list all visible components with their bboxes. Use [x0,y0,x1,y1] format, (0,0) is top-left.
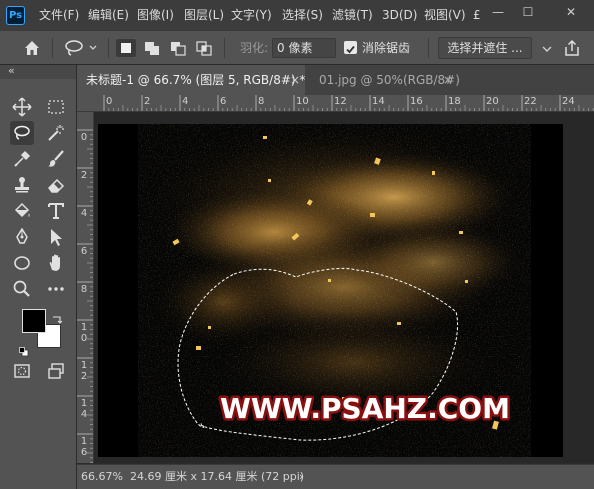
status-bar: 66.67% 24.69 厘米 x 17.64 厘米 (72 ppi) › [77,464,594,489]
document-info: 24.69 厘米 x 17.64 厘米 (72 ppi) [130,470,305,483]
zoom-icon[interactable] [10,277,34,301]
lasso-preset-picker[interactable] [62,39,102,57]
ruler-h-label: 10 [296,96,309,107]
ruler-h-label: 0 [106,96,113,107]
new-selection-button[interactable] [116,39,136,57]
ruler-v-label: 6 [80,246,88,257]
menu-edit[interactable]: 编辑(E) [88,0,129,31]
document-tabs: 未标题-1 @ 66.7% (图层 5, RGB/8#) * × 01.jpg … [77,65,594,95]
magic-wand-icon[interactable] [44,121,68,145]
ruler-v-label: 4 [80,409,88,420]
ruler-v-label: 8 [80,284,88,295]
collapse-toolbar-icon[interactable]: « [8,64,15,77]
lasso-icon[interactable] [10,121,34,145]
document-canvas[interactable]: WWW.PSAHZ.COM WWW.PSAHZ.COM [94,112,594,463]
add-to-selection-button[interactable] [142,39,162,57]
menu-view[interactable]: 视图(V) [424,0,466,31]
ruler-v-label: 6 [80,447,88,458]
clone-stamp-icon[interactable] [10,173,34,197]
photoshop-logo-icon[interactable]: Ps [6,6,25,25]
home-icon[interactable] [22,39,42,57]
ruler-v-label: 4 [80,208,88,219]
menu-file[interactable]: 文件(F) [39,0,79,31]
quick-mask-icon[interactable] [10,359,34,383]
ruler-h-label: 12 [334,96,347,107]
options-bar: 羽化: 0 像素 消除锯齿 选择并遮住 ... [0,31,594,65]
minimize-button[interactable]: — [485,0,511,26]
foreground-color-swatch[interactable] [22,309,46,333]
menu-filter[interactable]: 滤镜(T) [332,0,373,31]
ruler-h-label: 14 [372,96,385,107]
ruler-h-label: 20 [486,96,499,107]
tab-title: 01.jpg @ 50%(RGB/8#) [319,73,460,87]
ellipse-icon[interactable] [10,251,34,275]
ruler-h-label: 2 [144,96,151,107]
ruler-v-label: 0 [80,132,88,143]
subtract-from-selection-button[interactable] [168,39,188,57]
screen-mode-icon[interactable] [44,359,68,383]
type-icon[interactable] [44,199,68,223]
tab-title: 未标题-1 @ 66.7% (图层 5, RGB/8#) * [86,73,306,87]
menu-bar: Ps 文件(F) 编辑(E) 图像(I) 图层(L) 文字(Y) 选择(S) 滤… [0,0,594,31]
zoom-level[interactable]: 66.67% [81,465,123,488]
close-window-button[interactable]: ✕ [558,0,584,26]
ruler-v-label: 2 [80,371,88,382]
share-icon[interactable] [562,38,582,58]
status-menu-arrow[interactable]: › [299,465,303,488]
close-tab-icon[interactable]: × [443,65,453,95]
marquee-icon[interactable] [44,95,68,119]
intersect-selection-button[interactable] [194,39,214,57]
ruler-h-label: 18 [448,96,461,107]
select-and-mask-button[interactable]: 选择并遮住 ... [438,37,532,59]
feather-label: 羽化: [240,41,269,55]
menu-3d[interactable]: 3D(D) [382,0,417,31]
menu-type[interactable]: 文字(Y) [231,0,272,31]
canvas-area[interactable]: WWW.PSAHZ.COM WWW.PSAHZ.COM [94,112,594,463]
tools-panel: « [0,64,76,489]
menu-image[interactable]: 图像(I) [137,0,174,31]
tab-01-jpg[interactable]: 01.jpg @ 50%(RGB/8#) × [306,65,460,95]
vertical-ruler[interactable]: 0246810121416 [77,112,94,463]
path-select-icon[interactable] [44,225,68,249]
paint-bucket-icon[interactable] [10,199,34,223]
eraser-icon[interactable] [44,173,68,197]
more-icon[interactable] [44,277,68,301]
brush-icon[interactable] [44,147,68,171]
chevron-down-icon[interactable] [540,41,554,55]
menu-overflow[interactable]: £ [473,0,481,31]
ruler-h-label: 22 [524,96,537,107]
ruler-h-label: 4 [182,96,189,107]
tab-untitled-1[interactable]: 未标题-1 @ 66.7% (图层 5, RGB/8#) * × [77,65,305,95]
menu-layer[interactable]: 图层(L) [184,0,224,31]
move-icon[interactable] [10,95,34,119]
feather-input[interactable]: 0 像素 [272,38,336,58]
ruler-h-label: 24 [562,96,575,107]
watermark-text: WWW.PSAHZ.COM [220,392,510,425]
default-colors-icon[interactable] [19,342,29,357]
swap-colors-icon[interactable] [51,310,63,324]
ruler-v-label: 0 [80,333,88,344]
close-tab-icon[interactable]: × [290,65,300,95]
pen-icon[interactable] [10,225,34,249]
toolbar-header[interactable]: « [0,64,76,79]
hand-icon[interactable] [44,251,68,275]
ruler-h-label: 8 [258,96,265,107]
ruler-v-label: 2 [80,170,88,181]
menu-select[interactable]: 选择(S) [282,0,323,31]
antialias-checkbox[interactable] [344,41,357,54]
eyedropper-icon[interactable] [10,147,34,171]
horizontal-ruler[interactable]: 0 2 4 6 8 10 12 14 16 18 20 22 24 [77,95,594,112]
antialias-label: 消除锯齿 [362,41,411,55]
ruler-h-label: 6 [220,96,227,107]
maximize-button[interactable]: ☐ [515,0,541,26]
ruler-h-label: 16 [410,96,423,107]
